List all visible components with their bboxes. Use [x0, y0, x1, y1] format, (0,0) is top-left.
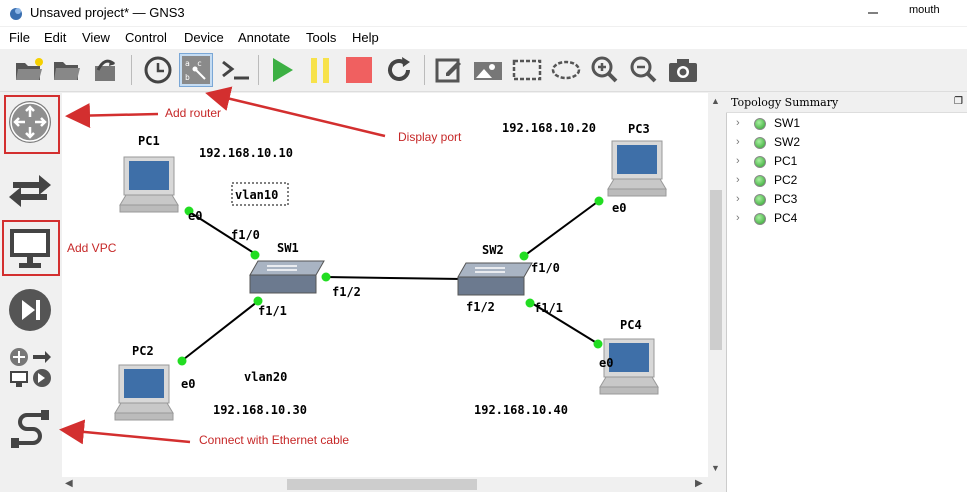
- topology-item-sw1[interactable]: › SW1: [736, 116, 936, 134]
- expand-chevron-icon[interactable]: ›: [736, 136, 740, 148]
- menu-edit[interactable]: Edit: [44, 30, 66, 45]
- topology-summary-title: Topology Summary: [731, 96, 839, 109]
- expand-chevron-icon[interactable]: ›: [736, 155, 740, 167]
- status-running-icon: [754, 156, 766, 168]
- menu-help[interactable]: Help: [352, 30, 379, 45]
- menu-control[interactable]: Control: [125, 30, 167, 45]
- expand-chevron-icon[interactable]: ›: [736, 117, 740, 129]
- scroll-up-icon[interactable]: ▲: [711, 96, 720, 106]
- scroll-down-icon[interactable]: ▼: [711, 463, 720, 473]
- undock-icon[interactable]: ❐: [954, 96, 963, 107]
- expand-chevron-icon[interactable]: ›: [736, 212, 740, 224]
- menu-file[interactable]: File: [9, 30, 30, 45]
- scroll-left-icon[interactable]: ◀: [65, 478, 73, 489]
- arrow-add-router: [65, 103, 159, 129]
- status-running-icon: [754, 213, 766, 225]
- topology-item-sw2[interactable]: › SW2: [736, 135, 936, 153]
- zoom-in-icon[interactable]: [588, 53, 622, 87]
- window-title: Unsaved project* — GNS3: [30, 5, 185, 20]
- status-running-icon: [754, 137, 766, 149]
- topology-item-pc4[interactable]: › PC4: [736, 211, 936, 229]
- svg-text:c: c: [197, 59, 202, 68]
- annotation-connect-cable: Connect with Ethernet cable: [199, 433, 350, 447]
- status-running-icon: [754, 194, 766, 206]
- node-label-pc3[interactable]: PC3: [628, 122, 650, 136]
- port-dot: [519, 251, 529, 261]
- menu-tools[interactable]: Tools: [306, 30, 336, 45]
- minimize-icon[interactable]: [866, 6, 880, 20]
- topology-item-pc2[interactable]: › PC2: [736, 173, 936, 191]
- horizontal-scroll-thumb[interactable]: [287, 479, 477, 490]
- zoom-out-icon[interactable]: [627, 53, 661, 87]
- menu-bar: File Edit View Control Device Annotate T…: [0, 27, 967, 49]
- menu-device[interactable]: Device: [184, 30, 224, 45]
- annotation-display-port: Display port: [398, 130, 462, 144]
- port-label-pc3-e0: e0: [612, 201, 627, 215]
- svg-text:a: a: [185, 59, 190, 68]
- annotation-add-router: Add router: [165, 106, 222, 120]
- camera-icon[interactable]: [666, 53, 700, 87]
- menu-annotate[interactable]: Annotate: [238, 30, 290, 45]
- port-label-sw2-f10: f1/0: [531, 261, 560, 275]
- port-label-sw2-f11: f1/1: [534, 301, 563, 315]
- menu-view[interactable]: View: [82, 30, 110, 45]
- arrow-display-port: [205, 86, 386, 138]
- expand-chevron-icon[interactable]: ›: [736, 193, 740, 205]
- pc3-icon: [607, 140, 667, 197]
- gns3-logo-icon: [10, 8, 22, 20]
- expand-chevron-icon[interactable]: ›: [736, 174, 740, 186]
- port-label-pc4-e0: e0: [599, 356, 614, 370]
- port-dot: [593, 339, 603, 349]
- ellipse-icon[interactable]: [549, 53, 583, 87]
- topology-item-pc1[interactable]: › PC1: [736, 154, 936, 172]
- arrow-connect-cable: [59, 419, 191, 445]
- ip-label-pc3: 192.168.10.20: [502, 121, 596, 135]
- vertical-scroll-thumb[interactable]: [710, 190, 722, 350]
- annotation-add-vpc: Add VPC: [67, 241, 117, 255]
- node-label-pc4[interactable]: PC4: [620, 318, 642, 332]
- user-label: mouth: [909, 4, 940, 16]
- status-running-icon: [754, 118, 766, 130]
- status-running-icon: [754, 175, 766, 187]
- link-sw2-pc3: [523, 199, 601, 257]
- scroll-right-icon[interactable]: ▶: [695, 478, 703, 489]
- rectangle-icon[interactable]: [510, 53, 544, 87]
- topology-item-pc3[interactable]: › PC3: [736, 192, 936, 210]
- port-dot: [594, 196, 604, 206]
